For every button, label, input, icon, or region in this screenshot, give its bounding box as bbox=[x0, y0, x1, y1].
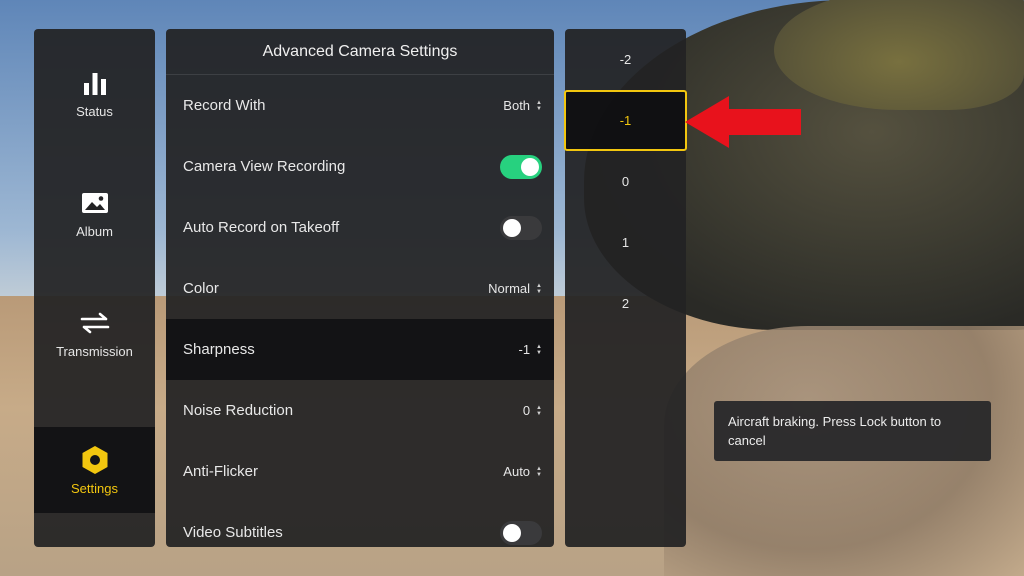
sidebar-item-label: Settings bbox=[71, 480, 118, 496]
up-down-chevron-icon: ▲ ▼ bbox=[536, 404, 542, 417]
sidebar-item-settings[interactable]: Settings bbox=[34, 427, 155, 513]
video-subtitles-toggle[interactable] bbox=[500, 520, 542, 545]
picker-option[interactable]: 0 bbox=[565, 151, 686, 212]
setting-row-record-with[interactable]: Record With Both ▲ ▼ bbox=[166, 75, 554, 136]
up-down-chevron-icon: ▲ ▼ bbox=[536, 99, 542, 112]
sidebar-item-label: Status bbox=[76, 103, 113, 119]
picker-option[interactable]: 1 bbox=[565, 212, 686, 273]
setting-label: Camera View Recording bbox=[183, 158, 346, 175]
setting-value-text: 0 bbox=[522, 403, 531, 418]
setting-value[interactable]: -1 ▲ ▼ bbox=[518, 342, 542, 357]
toggle-knob bbox=[503, 523, 521, 542]
transfer-arrows-icon bbox=[80, 308, 110, 338]
setting-value-text: Both bbox=[503, 98, 531, 113]
settings-panel: Advanced Camera Settings Record With Bot… bbox=[166, 29, 554, 547]
setting-label: Record With bbox=[183, 97, 266, 114]
setting-row-auto-record-on-takeoff: Auto Record on Takeoff bbox=[166, 197, 554, 258]
setting-row-camera-view-recording: Camera View Recording bbox=[166, 136, 554, 197]
setting-value[interactable]: Auto ▲ ▼ bbox=[503, 464, 542, 479]
value-picker: -2 -1 0 1 2 bbox=[564, 29, 687, 547]
sidebar-item-label: Transmission bbox=[56, 343, 133, 359]
sidebar-item-transmission[interactable]: Transmission bbox=[34, 273, 155, 393]
setting-value-text: Auto bbox=[503, 464, 531, 479]
up-down-chevron-icon: ▲ ▼ bbox=[536, 343, 542, 356]
picker-option[interactable]: -2 bbox=[565, 29, 686, 90]
setting-label: Color bbox=[183, 280, 219, 297]
setting-label: Video Subtitles bbox=[183, 524, 283, 541]
up-down-chevron-icon: ▲ ▼ bbox=[536, 465, 542, 478]
setting-value[interactable]: Normal ▲ ▼ bbox=[488, 281, 542, 296]
hexagon-gear-icon bbox=[80, 445, 110, 475]
setting-row-noise-reduction[interactable]: Noise Reduction 0 ▲ ▼ bbox=[166, 380, 554, 441]
page-title: Advanced Camera Settings bbox=[166, 29, 554, 75]
setting-label: Auto Record on Takeoff bbox=[183, 219, 340, 236]
sidebar-item-album[interactable]: Album bbox=[34, 153, 155, 273]
setting-value[interactable]: 0 ▲ ▼ bbox=[523, 403, 542, 418]
sidebar: Status Album Transmission Settings bbox=[34, 29, 155, 547]
sidebar-item-label: Album bbox=[76, 223, 113, 239]
setting-row-anti-flicker[interactable]: Anti-Flicker Auto ▲ ▼ bbox=[166, 441, 554, 502]
setting-value-text: Normal bbox=[488, 281, 531, 296]
setting-value-text: -1 bbox=[518, 342, 531, 357]
toggle-knob bbox=[521, 157, 539, 176]
setting-row-sharpness[interactable]: Sharpness -1 ▲ ▼ bbox=[166, 319, 554, 380]
auto-record-toggle[interactable] bbox=[500, 215, 542, 240]
picker-option-selected[interactable]: -1 bbox=[564, 90, 687, 151]
setting-row-color[interactable]: Color Normal ▲ ▼ bbox=[166, 258, 554, 319]
toggle-knob bbox=[503, 218, 521, 237]
setting-label: Noise Reduction bbox=[183, 402, 294, 419]
toast-notification: Aircraft braking. Press Lock button to c… bbox=[714, 401, 991, 461]
bar-chart-icon bbox=[80, 68, 110, 98]
setting-value[interactable]: Both ▲ ▼ bbox=[503, 98, 542, 113]
sidebar-item-status[interactable]: Status bbox=[34, 33, 155, 153]
up-down-chevron-icon: ▲ ▼ bbox=[536, 282, 542, 295]
setting-label: Sharpness bbox=[183, 341, 255, 358]
camera-view-recording-toggle[interactable] bbox=[500, 154, 542, 179]
setting-label: Anti-Flicker bbox=[183, 463, 259, 480]
picker-option[interactable]: 2 bbox=[565, 273, 686, 334]
setting-row-video-subtitles: Video Subtitles bbox=[166, 502, 554, 547]
red-arrow-icon bbox=[685, 96, 801, 148]
image-icon bbox=[80, 188, 110, 218]
